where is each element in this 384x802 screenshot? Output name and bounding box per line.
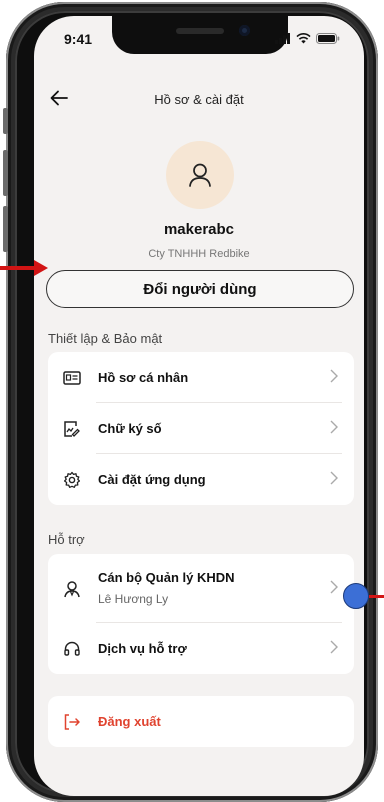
annotation-marker-line — [369, 595, 384, 598]
phone-side-button — [3, 150, 8, 196]
switch-user-button[interactable]: Đổi người dùng — [46, 270, 354, 308]
signature-icon — [62, 419, 82, 439]
menu-item-label: Cài đặt ứng dụng — [98, 472, 206, 487]
annotation-arrow-line — [0, 266, 36, 270]
section-title-support: Hỗ trợ — [48, 532, 85, 547]
phone-screen: 9:41 Hồ sơ & cài đặt makerabc Cty TNHHH … — [34, 16, 364, 796]
chevron-right-icon — [330, 369, 338, 387]
security-card: Hồ sơ cá nhân Chữ ký số Cài đặt ứng dụng — [48, 352, 354, 505]
battery-icon — [316, 31, 340, 49]
phone-side-button — [3, 206, 8, 252]
menu-item-app-settings[interactable]: Cài đặt ứng dụng — [48, 454, 354, 505]
logout-button[interactable]: Đăng xuất — [48, 696, 354, 747]
speaker — [176, 28, 224, 34]
menu-item-support-service[interactable]: Dịch vụ hỗ trợ — [48, 623, 354, 674]
menu-item-label: Dịch vụ hỗ trợ — [98, 641, 187, 656]
manager-name: Lê Hương Ly — [98, 592, 169, 606]
menu-item-account-manager[interactable]: Cán bộ Quản lý KHDN Lê Hương Ly — [48, 554, 354, 623]
username: makerabc — [163, 221, 235, 238]
logout-card: Đăng xuất — [48, 696, 354, 747]
status-icons — [275, 31, 340, 49]
menu-item-personal-profile[interactable]: Hồ sơ cá nhân — [48, 352, 354, 403]
menu-item-label: Cán bộ Quản lý KHDN — [98, 570, 235, 585]
chevron-right-icon — [330, 420, 338, 438]
id-card-icon — [62, 368, 82, 388]
phone-notch — [112, 16, 288, 54]
section-title-security: Thiết lập & Bảo mật — [48, 331, 163, 346]
header: Hồ sơ & cài đặt — [34, 86, 364, 126]
wifi-icon — [296, 31, 311, 49]
menu-item-digital-signature[interactable]: Chữ ký số — [48, 403, 354, 454]
logout-icon — [62, 712, 82, 732]
company-name: Cty TNHHH Redbike — [148, 248, 250, 260]
menu-item-label: Hồ sơ cá nhân — [98, 370, 189, 385]
user-icon — [189, 163, 211, 187]
headset-icon — [62, 639, 82, 659]
menu-item-label: Chữ ký số — [98, 421, 162, 436]
status-time: 9:41 — [64, 31, 93, 47]
signal-icon — [275, 31, 291, 49]
chevron-right-icon — [330, 640, 338, 658]
avatar — [166, 141, 234, 209]
support-card: Cán bộ Quản lý KHDN Lê Hương Ly Dịch vụ … — [48, 554, 354, 674]
user-manager-icon — [62, 579, 82, 599]
annotation-arrow-head — [34, 260, 48, 276]
logout-label: Đăng xuất — [98, 714, 161, 729]
camera — [239, 25, 250, 36]
gear-icon — [62, 470, 82, 490]
chevron-right-icon — [330, 580, 338, 598]
page-title: Hồ sơ & cài đặt — [154, 92, 244, 107]
phone-side-button — [3, 108, 8, 134]
annotation-marker-dot — [343, 583, 369, 609]
chevron-right-icon — [330, 471, 338, 489]
